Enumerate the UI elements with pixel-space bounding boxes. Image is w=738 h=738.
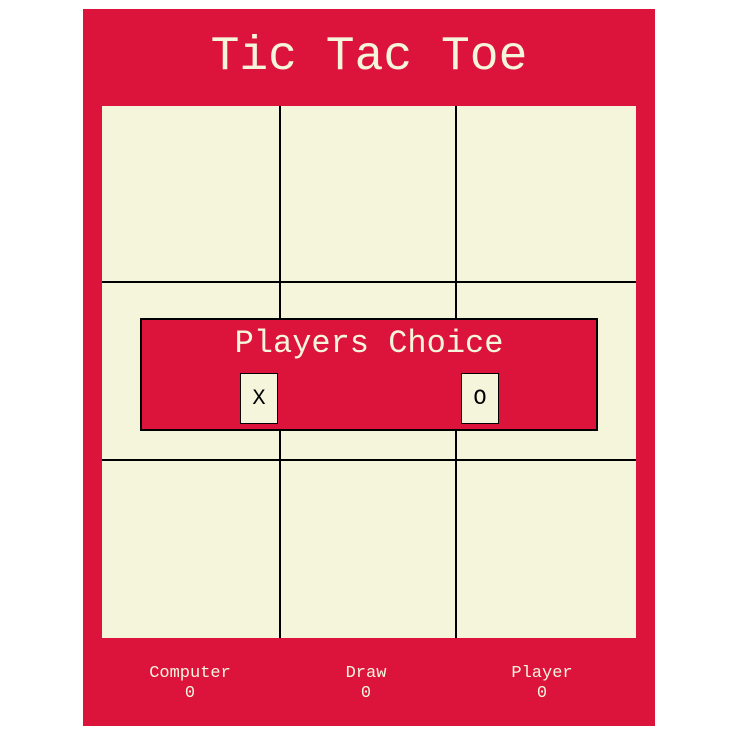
score-player-value: 0	[536, 684, 548, 703]
game-title: Tic Tac Toe	[210, 30, 528, 84]
board-cell-3[interactable]	[457, 106, 636, 283]
score-computer: Computer 0	[102, 664, 278, 704]
score-draw-label: Draw	[345, 664, 387, 683]
scoreboard: Computer 0 Draw 0 Player 0	[83, 664, 655, 708]
score-draw-value: 0	[360, 684, 372, 703]
board-cell-8[interactable]	[281, 461, 457, 638]
players-choice-dialog: Players Choice X O	[140, 318, 598, 431]
score-draw: Draw 0	[278, 664, 454, 704]
choose-o-button[interactable]: O	[461, 373, 499, 424]
board-cell-2[interactable]	[281, 106, 457, 283]
board-cell-9[interactable]	[457, 461, 636, 638]
board-cell-7[interactable]	[102, 461, 281, 638]
dialog-title: Players Choice	[234, 325, 504, 362]
score-player-label: Player	[511, 664, 573, 683]
choose-x-button[interactable]: X	[240, 373, 278, 424]
board-cell-1[interactable]	[102, 106, 281, 283]
score-computer-value: 0	[184, 684, 196, 703]
score-player: Player 0	[454, 664, 630, 704]
score-computer-label: Computer	[149, 664, 231, 683]
